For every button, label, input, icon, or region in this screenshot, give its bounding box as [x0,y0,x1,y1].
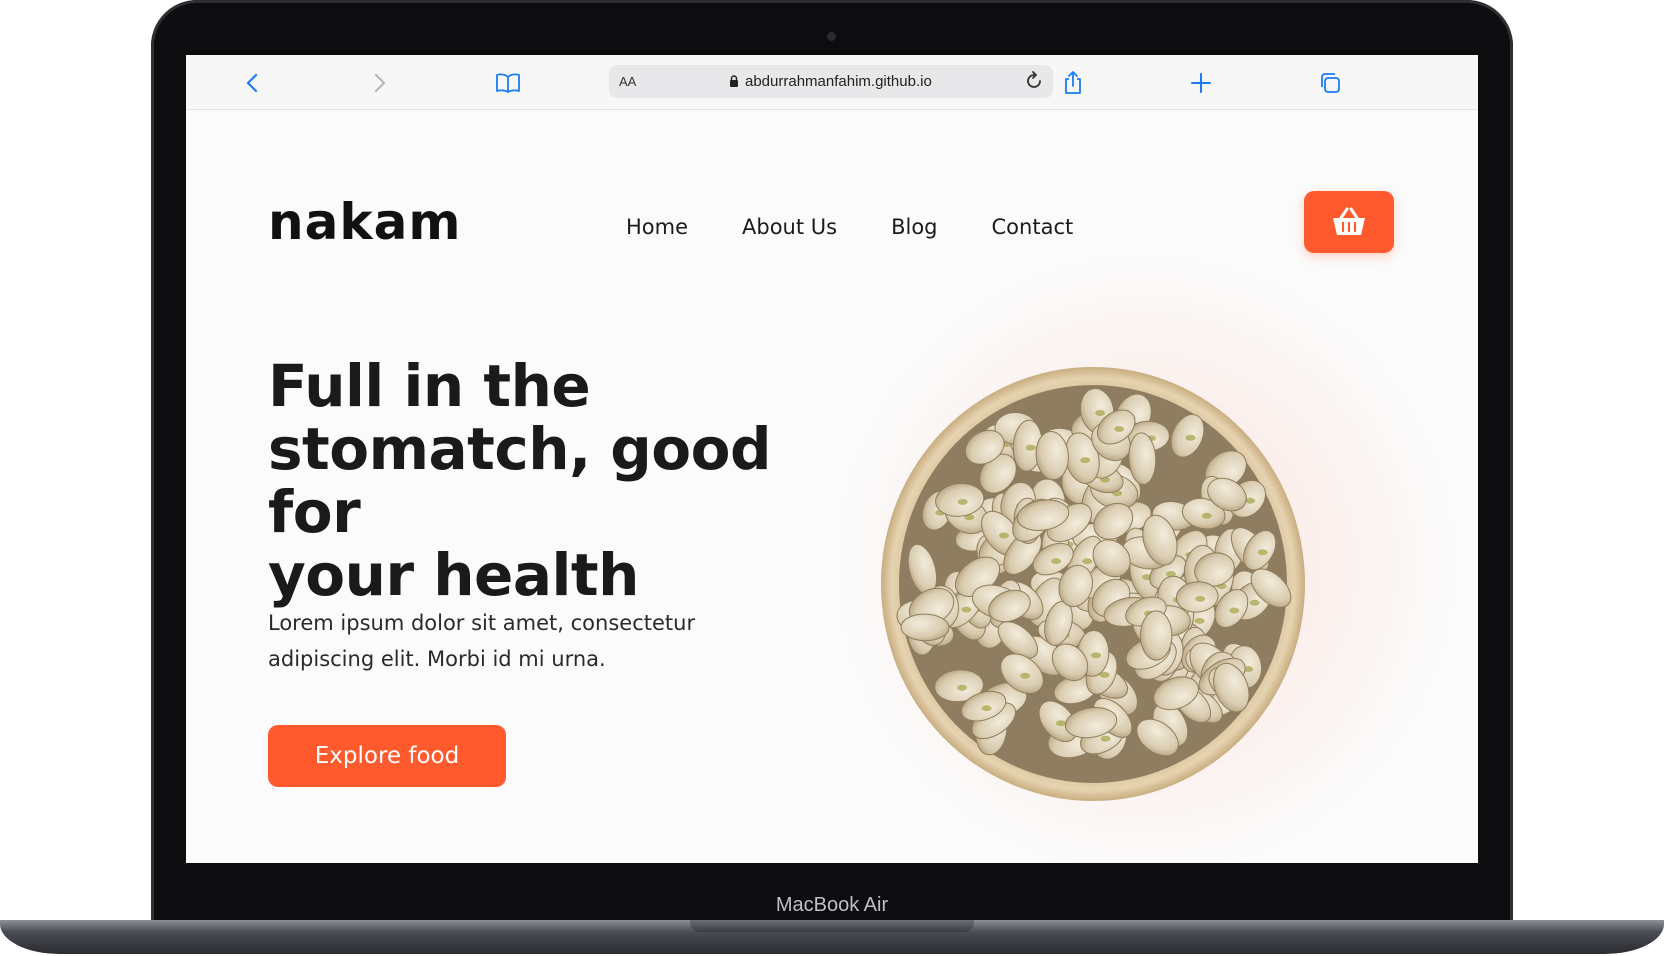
browser-toolbar: AA abdurrahmanfahim.github.io [186,55,1478,110]
hero-title-line: stomatch, good for [268,415,771,546]
chevron-right-icon[interactable] [366,69,394,97]
laptop-notch [690,920,974,932]
nav-about-us[interactable]: About Us [742,215,837,239]
reload-icon[interactable] [1021,68,1047,98]
basket-icon [1331,206,1367,238]
hero-title-line: your health [268,541,639,609]
share-icon[interactable] [1059,69,1087,97]
main-nav: Home About Us Blog Contact [626,215,1127,239]
pistachio-bowl-image [879,365,1307,803]
address-bar[interactable]: AA abdurrahmanfahim.github.io [609,65,1053,98]
lock-icon [729,75,739,88]
camera-dot [827,32,836,41]
chevron-left-icon[interactable] [238,69,266,97]
site-logo[interactable]: nakam [268,193,461,251]
nav-blog[interactable]: Blog [891,215,937,239]
hero-description-line: adipiscing elit. Morbi id mi urna. [268,647,606,671]
nav-contact[interactable]: Contact [992,215,1074,239]
cart-button[interactable] [1304,191,1394,253]
tabs-icon[interactable] [1316,69,1344,97]
device-label: MacBook Air [151,888,1513,922]
plus-icon[interactable] [1187,69,1215,97]
hero-description: Lorem ipsum dolor sit amet, consectetur … [268,605,738,677]
book-icon[interactable] [494,69,522,97]
explore-food-button[interactable]: Explore food [268,725,506,787]
nav-home[interactable]: Home [626,215,688,239]
hero-title-line: Full in the [268,352,590,420]
url-text: abdurrahmanfahim.github.io [745,65,932,98]
hero-description-line: Lorem ipsum dolor sit amet, consectetur [268,611,695,635]
url-display: abdurrahmanfahim.github.io [729,65,932,98]
hero-title: Full in the stomatch, good for your heal… [268,355,868,607]
text-size-button[interactable]: AA [619,65,636,98]
browser-screen: AA abdurrahmanfahim.github.io nakam Home… [186,55,1478,863]
